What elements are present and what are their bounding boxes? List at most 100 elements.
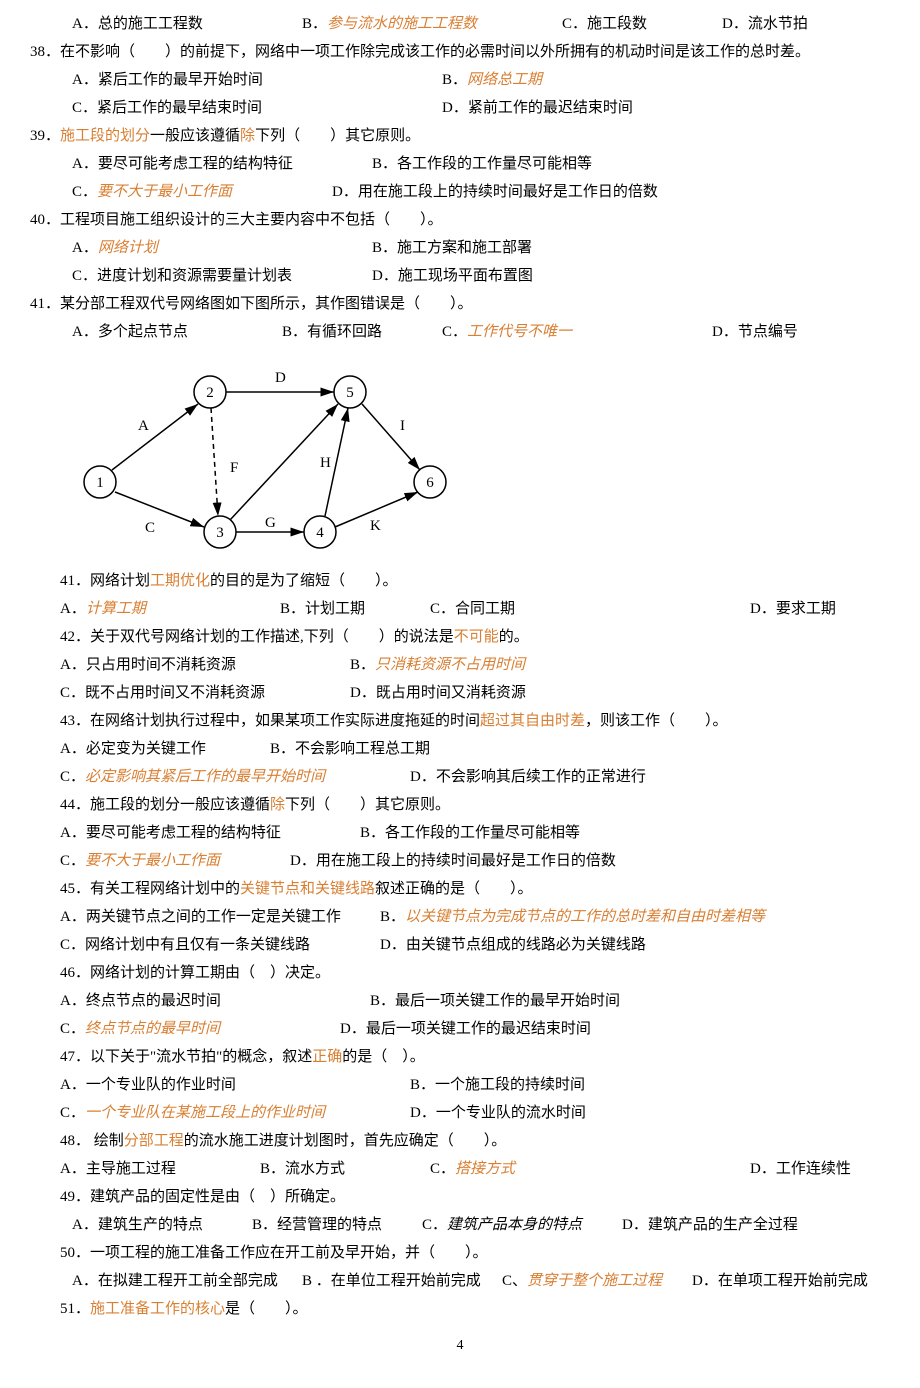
q49-opt-d: D．建筑产品的生产全过程 — [622, 1212, 798, 1239]
q42-opt-c: C．既不占用时间又不消耗资源 — [60, 680, 350, 707]
q49-opts: A．建筑生产的特点 B．经营管理的特点 C．建筑产品本身的特点 D．建筑产品的生… — [30, 1212, 890, 1239]
q50-opt-d: D．在单项工程开始前完成 — [692, 1268, 868, 1295]
q41-stem: 41．某分部工程双代号网络图如下图所示，其作图错误是（ ）。 — [30, 291, 890, 318]
q47-opt-c: C．一个专业队在某施工段上的作业时间 — [60, 1100, 410, 1127]
q44-opt-d: D．用在施工段上的持续时间最好是工作日的倍数 — [290, 848, 616, 875]
q42-opt-b: B．只消耗资源不占用时间 — [350, 652, 525, 679]
q50-stem: 50．一项工程的施工准备工作应在开工前及早开始，并（ ）。 — [30, 1240, 890, 1267]
edge-G: G — [265, 515, 276, 531]
edge-H: H — [320, 455, 331, 471]
q45-row1: A．两关键节点之间的工作一定是关键工作 B．以关键节点为完成节点的工作的总时差和… — [30, 904, 890, 931]
q42-opt-d: D．既占用时间又消耗资源 — [350, 680, 526, 707]
q49-opt-a: A．建筑生产的特点 — [72, 1212, 252, 1239]
q41-opt-c: C．工作代号不唯一 — [442, 319, 712, 346]
q41b-opt-c: C．合同工期 — [430, 596, 750, 623]
q42-opt-a: A．只占用时间不消耗资源 — [60, 652, 350, 679]
q51-stem: 51．施工准备工作的核心是（ ）。 — [30, 1296, 890, 1323]
q39-opt-d: D．用在施工段上的持续时间最好是工作日的倍数 — [332, 179, 658, 206]
q45-opt-c: C．网络计划中有且仅有一条关键线路 — [60, 932, 380, 959]
q39-row2: C．要不大于最小工作面 D．用在施工段上的持续时间最好是工作日的倍数 — [30, 179, 890, 206]
q50-opt-a: A．在拟建工程开工前全部完成 — [72, 1268, 302, 1295]
q43-opt-c: C．必定影响其紧后工作的最早开始时间 — [60, 764, 410, 791]
node-3: 3 — [216, 525, 224, 541]
q43-row1: A．必定变为关键工作 B．不会影响工程总工期 — [30, 736, 890, 763]
q37-opt-c: C．施工段数 — [562, 11, 722, 38]
q47-stem: 47．以下关于"流水节拍"的概念，叙述正确的是（ ）。 — [30, 1044, 890, 1071]
q40-opt-d: D．施工现场平面布置图 — [372, 263, 533, 290]
network-diagram: A C D F G H I K 1 2 3 4 5 6 — [60, 352, 460, 562]
node-1: 1 — [96, 475, 104, 491]
q46-row1: A．终点节点的最迟时间 B．最后一项关键工作的最早开始时间 — [30, 988, 890, 1015]
q43-stem: 43．在网络计划执行过程中，如果某项工作实际进度拖延的时间超过其自由时差，则该工… — [30, 708, 890, 735]
q41b-opt-d: D．要求工期 — [750, 596, 836, 623]
q38-opt-c: C．紧后工作的最早结束时间 — [72, 95, 442, 122]
edge-K: K — [370, 518, 381, 534]
q41-opt-d: D．节点编号 — [712, 319, 798, 346]
q39-opt-a: A．要尽可能考虑工程的结构特征 — [72, 151, 372, 178]
q47-row2: C．一个专业队在某施工段上的作业时间 D．一个专业队的流水时间 — [30, 1100, 890, 1127]
q39-opt-c: C．要不大于最小工作面 — [72, 179, 332, 206]
q45-opt-a: A．两关键节点之间的工作一定是关键工作 — [60, 904, 380, 931]
q40-opt-b: B．施工方案和施工部署 — [372, 235, 532, 262]
q37-opt-a: A．总的施工工程数 — [72, 11, 302, 38]
q46-opt-b: B．最后一项关键工作的最早开始时间 — [370, 988, 620, 1015]
q38-row1: A．紧后工作的最早开始时间 B．网络总工期 — [30, 67, 890, 94]
q43-opt-a: A．必定变为关键工作 — [60, 736, 270, 763]
node-4: 4 — [316, 525, 324, 541]
q41b-opt-a: A．计算工期 — [60, 596, 280, 623]
q43-row2: C．必定影响其紧后工作的最早开始时间 D．不会影响其后续工作的正常进行 — [30, 764, 890, 791]
q47-opt-b: B．一个施工段的持续时间 — [410, 1072, 585, 1099]
q41b-opt-b: B．计划工期 — [280, 596, 430, 623]
q40-opt-a: A．网络计划 — [72, 235, 372, 262]
q41-row1: A．多个起点节点 B．有循环回路 C．工作代号不唯一 D．节点编号 — [30, 319, 890, 346]
q44-row1: A．要尽可能考虑工程的结构特征 B．各工作段的工作量尽可能相等 — [30, 820, 890, 847]
q43-opt-d: D．不会影响其后续工作的正常进行 — [410, 764, 646, 791]
q38-opt-d: D．紧前工作的最迟结束时间 — [442, 95, 633, 122]
q40-row2: C．进度计划和资源需要量计划表 D．施工现场平面布置图 — [30, 263, 890, 290]
edge-A: A — [138, 418, 149, 434]
edge-F: F — [230, 460, 238, 476]
q46-stem: 46．网络计划的计算工期由（ ）决定。 — [30, 960, 890, 987]
q37-opt-d: D．流水节拍 — [722, 11, 808, 38]
q39-row1: A．要尽可能考虑工程的结构特征 B．各工作段的工作量尽可能相等 — [30, 151, 890, 178]
q44-opt-b: B．各工作段的工作量尽可能相等 — [360, 820, 580, 847]
edge-C: C — [145, 520, 155, 536]
q38-stem: 38．在不影响（ ）的前提下，网络中一项工作除完成该工作的必需时间以外所拥有的机… — [30, 39, 890, 66]
q44-opt-a: A．要尽可能考虑工程的结构特征 — [60, 820, 360, 847]
q41-opt-b: B．有循环回路 — [282, 319, 442, 346]
q46-opt-a: A．终点节点的最迟时间 — [60, 988, 370, 1015]
q47-opt-d: D．一个专业队的流水时间 — [410, 1100, 586, 1127]
q49-opt-c: C．建筑产品本身的特点 — [422, 1212, 622, 1239]
q39-opt-b: B．各工作段的工作量尽可能相等 — [372, 151, 592, 178]
node-5: 5 — [346, 385, 354, 401]
q42-stem: 42．关于双代号网络计划的工作描述,下列（ ）的说法是不可能的。 — [30, 624, 890, 651]
q47-opt-a: A．一个专业队的作业时间 — [60, 1072, 410, 1099]
q48-opts: A．主导施工过程 B．流水方式 C．搭接方式 D．工作连续性 — [30, 1156, 890, 1183]
q48-opt-c: C．搭接方式 — [430, 1156, 750, 1183]
node-2: 2 — [206, 385, 214, 401]
edge-D: D — [275, 370, 286, 386]
q48-opt-b: B．流水方式 — [260, 1156, 430, 1183]
q46-row2: C．终点节点的最早时间 D．最后一项关键工作的最迟结束时间 — [30, 1016, 890, 1043]
q49-opt-b: B．经营管理的特点 — [252, 1212, 422, 1239]
q50-opts: A．在拟建工程开工前全部完成 B ．在单位工程开始前完成 C、贯穿于整个施工过程… — [30, 1268, 890, 1295]
q46-opt-d: D．最后一项关键工作的最迟结束时间 — [340, 1016, 591, 1043]
q45-stem: 45．有关工程网络计划中的关键节点和关键线路叙述正确的是（ ）。 — [30, 876, 890, 903]
q44-stem: 44．施工段的划分一般应该遵循除下列（ ）其它原则。 — [30, 792, 890, 819]
q48-stem: 48． 绘制分部工程的流水施工进度计划图时，首先应确定（ ）。 — [30, 1128, 890, 1155]
node-6: 6 — [426, 475, 434, 491]
q39-stem: 39．施工段的划分一般应该遵循除下列（ ）其它原则。 — [30, 123, 890, 150]
q44-row2: C．要不大于最小工作面 D．用在施工段上的持续时间最好是工作日的倍数 — [30, 848, 890, 875]
q45-opt-d: D．由关键节点组成的线路必为关键线路 — [380, 932, 646, 959]
page-number: 4 — [30, 1333, 890, 1358]
q38-opt-b: B．网络总工期 — [442, 67, 542, 94]
q37-options: A．总的施工工程数 B．参与流水的施工工程数 C．施工段数 D．流水节拍 — [30, 11, 890, 38]
q44-opt-c: C．要不大于最小工作面 — [60, 848, 290, 875]
q40-stem: 40．工程项目施工组织设计的三大主要内容中不包括（ ）。 — [30, 207, 890, 234]
q45-opt-b: B．以关键节点为完成节点的工作的总时差和自由时差相等 — [380, 904, 765, 931]
q38-opt-a: A．紧后工作的最早开始时间 — [72, 67, 442, 94]
q40-row1: A．网络计划 B．施工方案和施工部署 — [30, 235, 890, 262]
q41b-stem: 41．网络计划工期优化的目的是为了缩短（ ）。 — [30, 568, 890, 595]
q41-opt-a: A．多个起点节点 — [72, 319, 282, 346]
edge-I: I — [400, 418, 405, 434]
